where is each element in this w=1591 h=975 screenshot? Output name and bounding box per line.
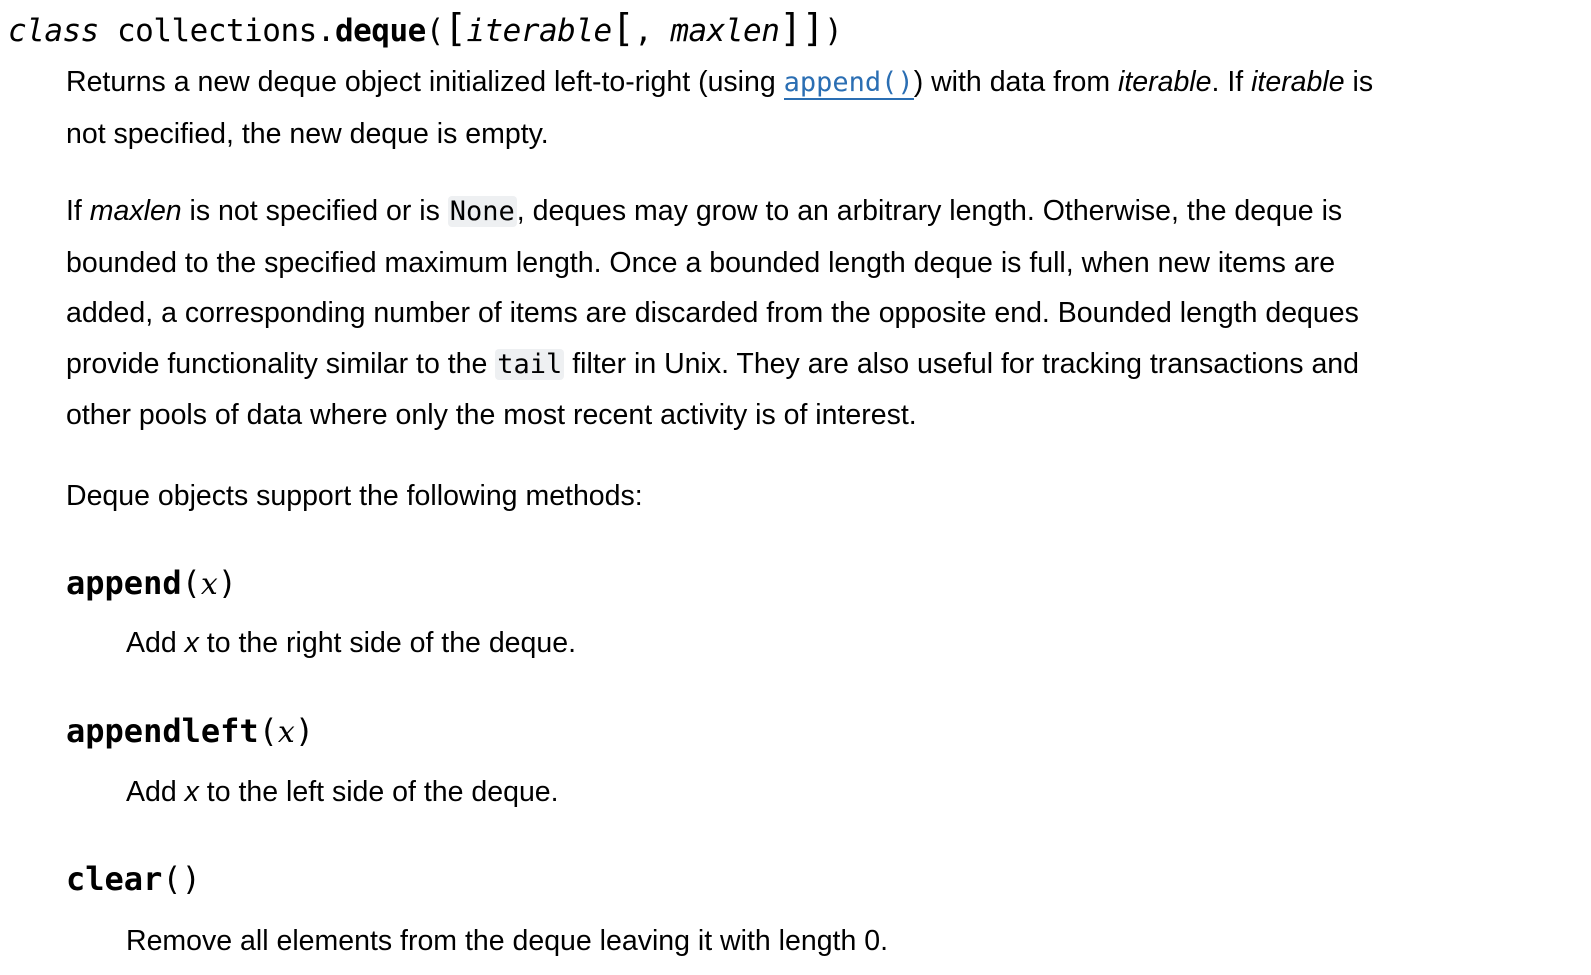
text: Remove all elements from the deque leavi… bbox=[126, 925, 888, 957]
text: is not specified or is bbox=[181, 195, 448, 227]
method-appendleft-signature: appendleft(x) bbox=[66, 709, 314, 755]
open-paren: ( bbox=[162, 860, 182, 898]
text: other pools of data where only the most … bbox=[66, 399, 917, 431]
class-name: deque bbox=[334, 13, 426, 49]
text: If bbox=[66, 195, 90, 227]
text: Add bbox=[126, 627, 185, 659]
text: bounded to the specified maximum length.… bbox=[66, 246, 1336, 279]
description-paragraph-1: Returns a new deque object initialized l… bbox=[66, 57, 1373, 159]
method-arg: x bbox=[200, 567, 218, 602]
class-signature: class collections.deque([iterable[, maxl… bbox=[8, 6, 843, 53]
text: to the right side of the deque. bbox=[198, 627, 576, 659]
bracket: [ bbox=[611, 6, 635, 50]
text: , deques may grow to an arbitrary length… bbox=[516, 195, 1343, 227]
emphasis: x bbox=[184, 776, 199, 808]
method-clear-signature: clear() bbox=[66, 857, 201, 901]
emphasis: iterable bbox=[1118, 66, 1212, 98]
methods-intro: Deque objects support the following meth… bbox=[66, 480, 643, 512]
param-maxlen: maxlen bbox=[670, 13, 780, 49]
close-paren: ) bbox=[181, 860, 201, 898]
text: is bbox=[1344, 66, 1374, 98]
close-paren: ) bbox=[824, 13, 843, 49]
method-name: append bbox=[66, 564, 182, 602]
param-iterable: iterable bbox=[466, 13, 612, 49]
text: not specified, the new deque is empty. bbox=[66, 117, 549, 150]
emphasis: x bbox=[184, 627, 199, 659]
text: . If bbox=[1211, 66, 1252, 98]
emphasis: iterable bbox=[1251, 66, 1345, 98]
close-paren: ) bbox=[294, 712, 315, 750]
code-none: None bbox=[447, 196, 517, 227]
code-tail: tail bbox=[495, 348, 565, 380]
text: ) with data from bbox=[913, 66, 1119, 98]
method-append-signature: append(x) bbox=[66, 561, 237, 607]
emphasis: maxlen bbox=[89, 195, 182, 227]
method-name: appendleft bbox=[66, 712, 259, 750]
text: filter in Unix. They are also useful for… bbox=[564, 347, 1360, 380]
module-name: collections. bbox=[117, 13, 335, 49]
description-paragraph-2: If maxlen is not specified or is None, d… bbox=[66, 186, 1359, 441]
text: added, a corresponding number of items a… bbox=[66, 297, 1359, 329]
class-keyword: class bbox=[8, 13, 99, 49]
close-paren: ) bbox=[217, 564, 238, 602]
open-paren: ( bbox=[258, 712, 278, 750]
text: provide functionality similar to the bbox=[66, 347, 496, 380]
text: Add bbox=[126, 776, 185, 808]
method-append-description: Add x to the right side of the deque. bbox=[126, 623, 576, 663]
text: Returns a new deque object initialized l… bbox=[66, 66, 784, 98]
method-appendleft-description: Add x to the left side of the deque. bbox=[126, 772, 559, 812]
bracket: [ bbox=[443, 6, 467, 50]
method-clear-description: Remove all elements from the deque leavi… bbox=[126, 921, 888, 961]
comma: , bbox=[634, 13, 671, 49]
text: to the left side of the deque. bbox=[198, 776, 559, 808]
open-paren: ( bbox=[181, 564, 201, 602]
method-name: clear bbox=[66, 860, 163, 898]
method-arg: x bbox=[277, 715, 295, 750]
open-paren: ( bbox=[425, 13, 445, 49]
append-link[interactable]: append() bbox=[783, 67, 914, 100]
bracket: ]] bbox=[779, 6, 825, 50]
